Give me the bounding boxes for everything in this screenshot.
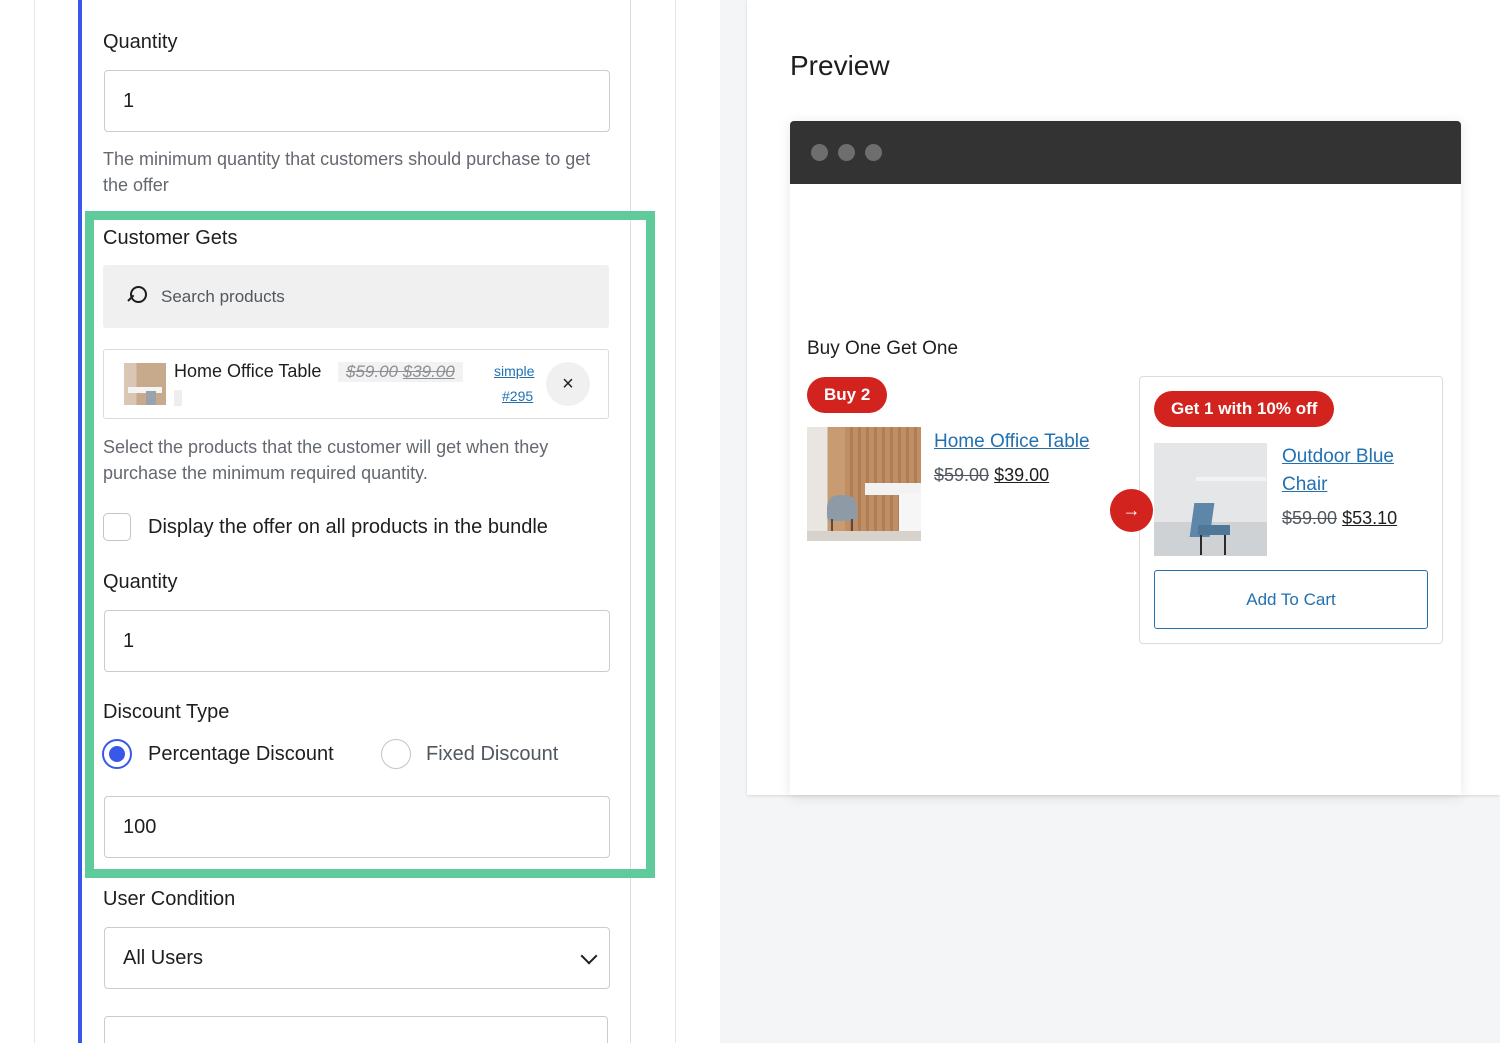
buy-quantity-help: The minimum quantity that customers shou… bbox=[103, 149, 591, 195]
get-product-link-line1[interactable]: Outdoor Blue bbox=[1282, 443, 1394, 471]
close-icon: × bbox=[562, 372, 574, 395]
product-thumbnail bbox=[124, 363, 166, 405]
discount-value: 100 bbox=[123, 815, 157, 838]
preview-title: Preview bbox=[790, 50, 890, 81]
selected-product-row: Home Office Table $59.00 $39.00 simple #… bbox=[103, 349, 609, 419]
user-condition-label: User Condition bbox=[103, 888, 236, 910]
selected-product-price: $59.00 $39.00 bbox=[338, 362, 463, 382]
product-id-link[interactable]: #295 bbox=[502, 388, 533, 404]
arrow-right-icon: → bbox=[1110, 489, 1153, 532]
buy-product-link[interactable]: Home Office Table bbox=[934, 428, 1090, 456]
display-all-checkbox[interactable] bbox=[103, 513, 131, 541]
buy-product-image bbox=[807, 427, 921, 541]
selected-product-name: Home Office Table bbox=[174, 361, 322, 381]
buy-product-price: $59.00 $39.00 bbox=[934, 465, 1049, 486]
get-sale-price: $53.10 bbox=[1342, 508, 1398, 528]
product-type-link[interactable]: simple bbox=[494, 363, 534, 379]
buy-quantity-label: Quantity bbox=[103, 31, 178, 53]
product-sub-placeholder bbox=[174, 390, 182, 406]
chevron-down-icon bbox=[580, 947, 598, 965]
section-accent-bar bbox=[78, 0, 82, 1043]
get-product-link-line2[interactable]: Chair bbox=[1282, 471, 1327, 499]
user-condition-value: All Users bbox=[123, 946, 204, 969]
search-placeholder: Search products bbox=[161, 286, 285, 306]
get-quantity-label: Quantity bbox=[103, 571, 178, 593]
product-search-input[interactable]: Search products bbox=[103, 265, 609, 328]
selected-product-regular-price: $59.00 bbox=[346, 362, 398, 381]
search-icon bbox=[125, 284, 151, 310]
display-all-label: Display the offer on all products in the… bbox=[148, 516, 548, 538]
get-quantity-value: 1 bbox=[123, 629, 135, 652]
browser-title-bar bbox=[790, 121, 1461, 184]
add-to-cart-button[interactable]: Add To Cart bbox=[1154, 570, 1428, 629]
settings-column-divider bbox=[630, 0, 631, 1043]
percentage-discount-label: Percentage Discount bbox=[148, 743, 334, 765]
fixed-discount-label: Fixed Discount bbox=[426, 743, 559, 765]
window-dot-icon bbox=[865, 144, 882, 161]
buy-badge: Buy 2 bbox=[807, 377, 888, 413]
get-regular-price: $59.00 bbox=[1282, 508, 1338, 528]
discount-value-input[interactable]: 100 bbox=[104, 796, 610, 858]
fixed-discount-radio[interactable] bbox=[381, 739, 411, 769]
get-badge: Get 1 with 10% off bbox=[1154, 391, 1335, 427]
window-dot-icon bbox=[838, 144, 855, 161]
buy-regular-price: $59.00 bbox=[934, 465, 990, 485]
remove-product-button[interactable]: × bbox=[546, 362, 590, 406]
buy-sale-price: $39.00 bbox=[994, 465, 1050, 485]
get-quantity-input[interactable]: 1 bbox=[104, 610, 610, 672]
percentage-discount-radio[interactable] bbox=[102, 739, 132, 769]
get-product-image bbox=[1154, 443, 1267, 556]
offer-title: Buy One Get One bbox=[807, 338, 959, 359]
customer-gets-label: Customer Gets bbox=[103, 227, 238, 249]
window-dot-icon bbox=[811, 144, 828, 161]
buy-quantity-value: 1 bbox=[123, 89, 135, 112]
get-product-price: $59.00 $53.10 bbox=[1282, 508, 1397, 529]
selected-product-sale-price: $39.00 bbox=[402, 362, 455, 381]
discount-type-label: Discount Type bbox=[103, 701, 230, 723]
buy-quantity-input[interactable]: 1 bbox=[104, 70, 610, 132]
customer-gets-help: Select the products that the customer wi… bbox=[103, 437, 549, 483]
next-field-partial[interactable] bbox=[104, 1016, 608, 1043]
user-condition-select[interactable]: All Users bbox=[104, 927, 610, 989]
